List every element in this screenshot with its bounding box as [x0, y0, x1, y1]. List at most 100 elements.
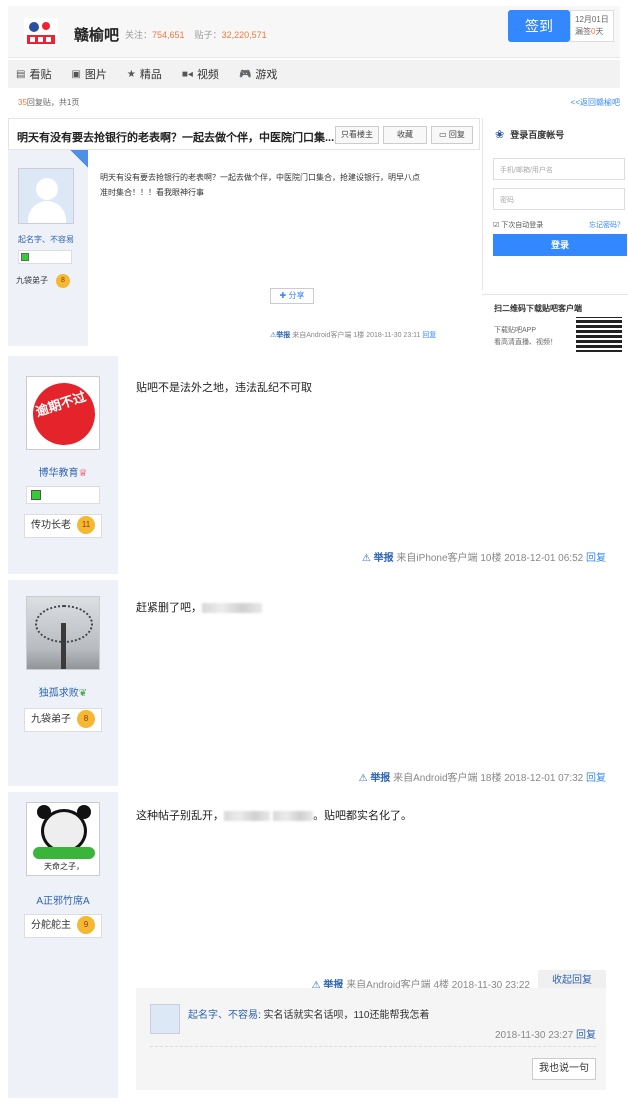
- post-time: 2018-11-30 23:11: [366, 332, 421, 339]
- login-panel: ❀ 登录百度帐号 手机/邮箱/用户名 密码 ☑ 下次自动登录 忘记密码？ 登录: [482, 118, 628, 290]
- reply-count: 35回复贴，共1页: [18, 98, 80, 107]
- redacted-text: [202, 603, 262, 614]
- post-footer: ⚠ 举报 来自Android客户端 18楼 2018-12-01 07:32 回…: [359, 769, 606, 784]
- op-text-line-1: 明天有没有要去抢银行的老表啊？一起去做个伴，中医院门口集合，抢建设银行，明早八点: [100, 173, 420, 182]
- posts-label: 贴子：: [194, 30, 222, 40]
- leaf-icon: ❦: [78, 688, 88, 699]
- add-comment-button[interactable]: 我也说一句: [532, 1058, 596, 1080]
- sub-reply-box: 起名字、不容易: 实名话就实名话呗，110还能帮我怎着 2018-11-30 2…: [136, 988, 606, 1090]
- gamepad-icon: 🎮: [238, 68, 252, 80]
- badge-icon: [31, 490, 41, 500]
- sign-in-button[interactable]: 签到: [508, 10, 570, 42]
- forum-name[interactable]: 赣榆吧: [74, 24, 119, 45]
- level-icon: 8: [56, 274, 70, 288]
- report-link[interactable]: ⚠ 举报: [359, 773, 391, 784]
- reply-link[interactable]: 回复: [422, 332, 436, 339]
- vip-icon: ♕: [78, 468, 88, 479]
- tree-avatar-icon: [27, 597, 99, 669]
- post-footer: ⚠ 举报 来自iPhone客户端 10楼 2018-12-01 06:52 回复: [362, 549, 606, 564]
- op-user-column: 起名字、不容易 九袋弟子 8: [8, 150, 88, 346]
- op-badge: [70, 150, 88, 168]
- avatar[interactable]: [26, 596, 100, 670]
- redacted-text: [273, 811, 314, 822]
- user-column: 逾期不过 博华教育♕ 传功长老 11: [8, 356, 118, 574]
- reply-link[interactable]: 回复: [576, 1030, 596, 1041]
- op-text-line-2: 准时集合！！！看我眼神行事: [100, 188, 204, 197]
- star-icon: ★: [126, 68, 136, 80]
- image-icon: ▣: [71, 68, 81, 80]
- avatar[interactable]: [150, 1004, 180, 1034]
- reply-button[interactable]: ▭ 回复: [431, 126, 473, 144]
- avatar[interactable]: 天命之子，: [26, 802, 100, 876]
- sign-streak: 漏签0天: [575, 27, 604, 36]
- document-icon: ▤: [16, 68, 26, 80]
- client-label: 来自Android客户端: [292, 332, 352, 339]
- op-rank: 九袋弟子 8: [16, 274, 70, 288]
- post-time: 2018-12-01 06:52: [504, 553, 584, 564]
- username-field[interactable]: 手机/邮箱/用户名: [493, 158, 625, 180]
- qr-title: 扫二维码下载贴吧客户端: [494, 304, 582, 313]
- client-label: 来自iPhone客户端: [396, 553, 478, 564]
- panda-meme-avatar-icon: 天命之子，: [27, 803, 99, 875]
- floor-label: 10楼: [480, 553, 502, 564]
- thread-header-screenshot: 赣榆吧 关注：754,651 贴子：32,220,571 签到 12月01日 漏…: [0, 0, 628, 352]
- floor-label: 18楼: [480, 773, 502, 784]
- follow-count: 754,651: [152, 30, 185, 40]
- tab-games[interactable]: 🎮 游戏: [239, 66, 277, 82]
- username[interactable]: A正邪竹席A: [8, 892, 118, 907]
- floor-label: 1楼: [353, 332, 365, 339]
- tieba-logo-icon: [24, 18, 58, 46]
- forgot-password-link[interactable]: 忘记密码？: [589, 220, 624, 230]
- sub-reply-content: 起名字、不容易: 实名话就实名话呗，110还能帮我怎着: [188, 1010, 430, 1021]
- app-download-panel: 扫二维码下载贴吧客户端 下载贴吧APP 看高清直播、视频！: [482, 294, 628, 352]
- username[interactable]: 博华教育♕: [8, 464, 118, 479]
- level-icon: 9: [77, 916, 95, 935]
- sub-reply-meta: 2018-11-30 23:27 回复: [495, 1030, 596, 1041]
- reply-post: 天命之子， A正邪竹席A 分舵舵主 9 这种帖子别乱开， 。贴吧都实名化了。 ⚠ …: [8, 792, 620, 1098]
- post-content: 赶紧删了吧，: [136, 600, 262, 616]
- op-footer: ⚠举报 来自Android客户端 1楼 2018-11-30 23:11 回复: [270, 330, 436, 340]
- tab-video[interactable]: ■◂ 视频: [182, 66, 219, 82]
- remember-checkbox[interactable]: ☑ 下次自动登录: [493, 220, 543, 230]
- only-owner-button[interactable]: 只看楼主: [335, 126, 379, 144]
- post-content: 贴吧不是法外之地，违法乱纪不可取: [136, 382, 312, 394]
- thread-title: 明天有没有要去抢银行的老表啊？一起去做个伴，中医院门口集...: [17, 132, 335, 144]
- reply-post: 逾期不过 博华教育♕ 传功长老 11 贴吧不是法外之地，违法乱纪不可取 ⚠ 举报 …: [8, 356, 620, 574]
- report-link[interactable]: ⚠举报: [270, 332, 290, 339]
- avatar[interactable]: 逾期不过: [26, 376, 100, 450]
- badge-icon: [21, 253, 29, 261]
- reply-link[interactable]: 回复: [586, 773, 606, 784]
- sub-reply-user[interactable]: 起名字、不容易: [188, 1010, 258, 1021]
- follow-label: 关注：: [125, 30, 153, 40]
- user-rank: 分舵舵主 9: [24, 914, 102, 938]
- login-button[interactable]: 登录: [493, 234, 627, 256]
- username[interactable]: 独孤求败❦: [8, 684, 118, 699]
- forum-tabs: ▤ 看贴 ▣ 图片 ★ 精品 ■◂ 视频 🎮 游戏: [8, 60, 620, 88]
- avatar[interactable]: [18, 168, 74, 224]
- back-to-forum-link[interactable]: <<返回赣榆吧: [571, 97, 620, 108]
- qr-subtitle: 下载贴吧APP 看高清直播、视频！: [494, 327, 557, 346]
- favorite-button[interactable]: 收藏: [383, 126, 427, 144]
- user-rank: 传功长老 11: [24, 514, 102, 538]
- forum-stats: 关注：754,651 贴子：32,220,571: [125, 28, 267, 41]
- qr-code-icon[interactable]: [576, 317, 622, 352]
- reply-link[interactable]: 回复: [586, 553, 606, 564]
- tab-images[interactable]: ▣ 图片: [71, 66, 106, 82]
- user-column: 天命之子， A正邪竹席A 分舵舵主 9: [8, 792, 118, 1098]
- thread-title-bar: 明天有没有要去抢银行的老表啊？一起去做个伴，中医院门口集... 只看楼主 收藏 …: [8, 118, 480, 150]
- login-title: ❀ 登录百度帐号: [495, 129, 565, 141]
- share-button[interactable]: ✚ 分享: [270, 288, 314, 304]
- report-link[interactable]: ⚠ 举报: [362, 553, 394, 564]
- stamp-avatar-icon: 逾期不过: [27, 377, 99, 449]
- user-rank: 九袋弟子 8: [24, 708, 102, 732]
- comment-icon: ▭: [439, 130, 449, 139]
- password-field[interactable]: 密码: [493, 188, 625, 210]
- posts-count: 32,220,571: [221, 30, 267, 40]
- post-time: 2018-12-01 07:32: [504, 773, 584, 784]
- tab-posts[interactable]: ▤ 看贴: [16, 66, 51, 82]
- op-content: 明天有没有要去抢银行的老表啊？一起去做个伴，中医院门口集合，抢建设银行，明早八点…: [100, 170, 470, 200]
- user-column: 独孤求败❦ 九袋弟子 8: [8, 580, 118, 786]
- level-icon: 11: [77, 516, 95, 535]
- op-username[interactable]: 起名字、不容易: [18, 234, 74, 245]
- tab-featured[interactable]: ★ 精品: [127, 66, 162, 82]
